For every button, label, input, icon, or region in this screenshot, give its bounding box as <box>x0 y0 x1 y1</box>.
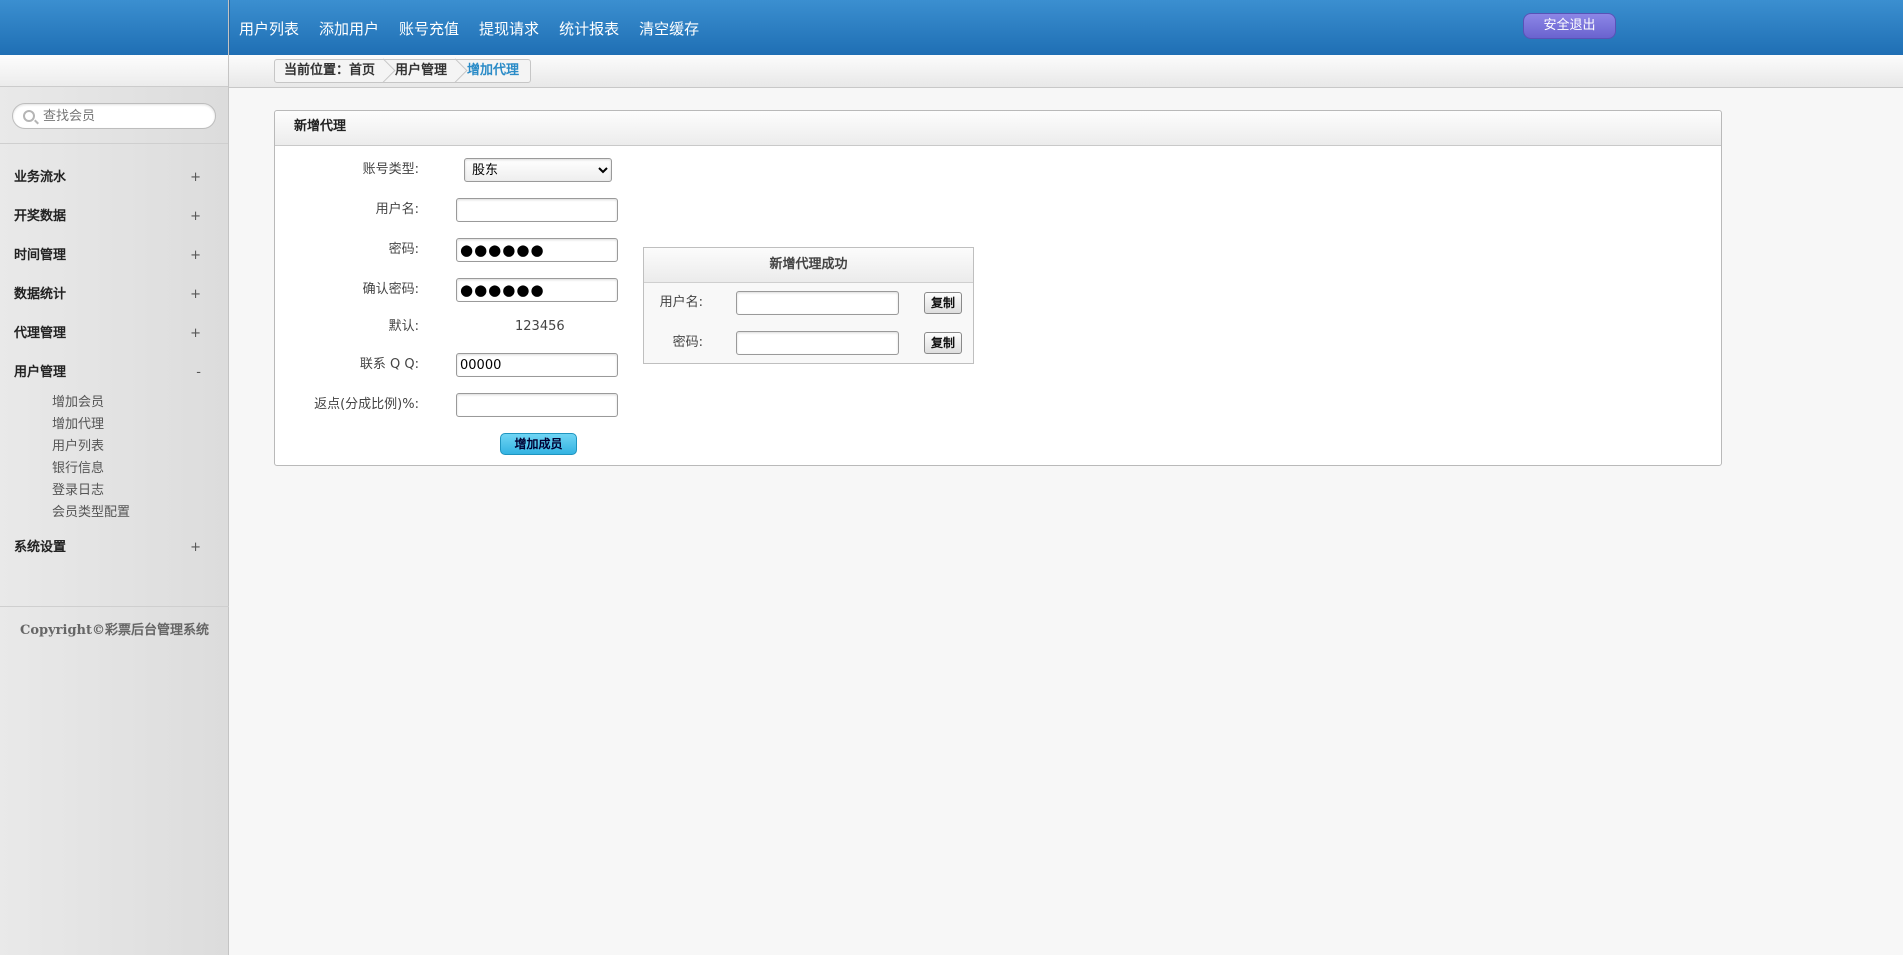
submenu-add-agent[interactable]: 增加代理 <box>52 414 228 436</box>
menu-label: 开奖数据 <box>14 209 67 224</box>
search-input[interactable] <box>43 106 213 126</box>
breadcrumb-home[interactable]: 当前位置：首页 <box>275 60 386 82</box>
search-box[interactable] <box>12 103 216 129</box>
expand-icon[interactable]: + <box>190 236 201 275</box>
nav-withdraw-requests[interactable]: 提现请求 <box>479 18 539 39</box>
confirm-password-label: 确认密码: <box>362 282 419 297</box>
nav-statistics-report[interactable]: 统计报表 <box>559 18 619 39</box>
nav-account-recharge[interactable]: 账号充值 <box>399 18 459 39</box>
sidebar-menu: 业务流水 + 开奖数据 + 时间管理 + 数据统计 + 代理管理 + 用户管理 - 增加会员… <box>0 144 228 567</box>
expand-icon[interactable]: + <box>190 197 201 236</box>
account-type-label: 账号类型: <box>362 162 419 177</box>
menu-agent-management[interactable]: 代理管理 + <box>0 314 228 353</box>
confirm-password-row: 确认密码: <box>275 277 419 303</box>
expand-icon[interactable]: + <box>190 528 201 567</box>
account-type-select[interactable]: 股东 <box>464 158 612 182</box>
copyright: Copyright©彩票后台管理系统 <box>0 606 229 638</box>
menu-lottery-data[interactable]: 开奖数据 + <box>0 197 228 236</box>
top-nav-links: 用户列表 添加用户 账号充值 提现请求 统计报表 清空缓存 <box>239 18 719 39</box>
confirm-password-input[interactable] <box>456 278 618 302</box>
breadcrumb: 当前位置：首页 用户管理 增加代理 <box>274 59 532 83</box>
sidebar-strip <box>0 55 228 87</box>
sidebar-header <box>0 0 228 55</box>
success-password-row: 密码: 复制 <box>644 331 973 357</box>
username-input[interactable] <box>456 198 618 222</box>
menu-data-statistics[interactable]: 数据统计 + <box>0 275 228 314</box>
submenu-bank-info[interactable]: 银行信息 <box>52 458 228 480</box>
password-row: 密码: <box>275 237 419 263</box>
success-password-label: 密码: <box>672 335 703 350</box>
success-password-field[interactable] <box>736 331 899 355</box>
menu-label: 代理管理 <box>14 326 67 341</box>
rebate-row: 返点(分成比例)%: <box>275 392 419 418</box>
nav-user-list[interactable]: 用户列表 <box>239 18 299 39</box>
breadcrumb-bar: 当前位置：首页 用户管理 增加代理 <box>229 55 1903 88</box>
qq-row: 联系 Q Q: <box>275 352 419 378</box>
search-icon <box>23 110 35 122</box>
qq-input[interactable] <box>456 353 618 377</box>
submenu-add-member[interactable]: 增加会员 <box>52 392 228 414</box>
default-row: 默认: <box>275 314 419 340</box>
expand-icon[interactable]: + <box>190 314 201 353</box>
menu-time-management[interactable]: 时间管理 + <box>0 236 228 275</box>
submenu-member-type-config[interactable]: 会员类型配置 <box>52 502 228 524</box>
password-input[interactable] <box>456 238 618 262</box>
success-username-row: 用户名: 复制 <box>644 291 973 317</box>
add-member-button[interactable]: 增加成员 <box>500 433 577 455</box>
menu-label: 用户管理 <box>14 365 67 380</box>
nav-add-user[interactable]: 添加用户 <box>319 18 379 39</box>
menu-user-management[interactable]: 用户管理 - <box>0 353 228 392</box>
user-management-submenu: 增加会员 增加代理 用户列表 银行信息 登录日志 会员类型配置 <box>0 392 228 528</box>
account-type-row: 账号类型: <box>275 157 419 183</box>
copy-password-button[interactable]: 复制 <box>924 332 962 354</box>
menu-label: 数据统计 <box>14 287 67 302</box>
username-row: 用户名: <box>275 197 419 223</box>
add-agent-panel: 新增代理 账号类型: 股东 用户名: 密码: 确认密码: 默认: 123456 … <box>274 110 1722 466</box>
sidebar: 业务流水 + 开奖数据 + 时间管理 + 数据统计 + 代理管理 + 用户管理 - 增加会员… <box>0 0 229 955</box>
member-search <box>0 87 228 144</box>
default-label: 默认: <box>388 319 419 334</box>
panel-title: 新增代理 <box>275 111 1721 146</box>
username-label: 用户名: <box>375 202 419 217</box>
success-username-label: 用户名: <box>659 295 703 310</box>
success-title: 新增代理成功 <box>644 248 973 283</box>
logout-button[interactable]: 安全退出 <box>1523 13 1616 39</box>
qq-label: 联系 Q Q: <box>359 357 419 372</box>
menu-system-settings[interactable]: 系统设置 + <box>0 528 228 567</box>
breadcrumb-current: 增加代理 <box>467 63 520 78</box>
rebate-label: 返点(分成比例)%: <box>314 397 419 412</box>
menu-business-flow[interactable]: 业务流水 + <box>0 158 228 197</box>
top-navbar: 用户列表 添加用户 账号充值 提现请求 统计报表 清空缓存 安全退出 <box>229 0 1903 55</box>
success-box: 新增代理成功 用户名: 复制 密码: 复制 <box>643 247 974 364</box>
expand-icon[interactable]: + <box>190 275 201 314</box>
menu-label: 业务流水 <box>14 170 67 185</box>
menu-label: 系统设置 <box>14 540 67 555</box>
expand-icon[interactable]: + <box>190 158 201 197</box>
default-password-value: 123456 <box>515 319 565 334</box>
copy-username-button[interactable]: 复制 <box>924 292 962 314</box>
password-label: 密码: <box>388 242 419 257</box>
submenu-user-list[interactable]: 用户列表 <box>52 436 228 458</box>
menu-label: 时间管理 <box>14 248 67 263</box>
nav-clear-cache[interactable]: 清空缓存 <box>639 18 699 39</box>
rebate-input[interactable] <box>456 393 618 417</box>
collapse-icon[interactable]: - <box>196 353 201 392</box>
submenu-login-log[interactable]: 登录日志 <box>52 480 228 502</box>
breadcrumb-user-management[interactable]: 用户管理 <box>386 60 458 82</box>
success-username-field[interactable] <box>736 291 899 315</box>
